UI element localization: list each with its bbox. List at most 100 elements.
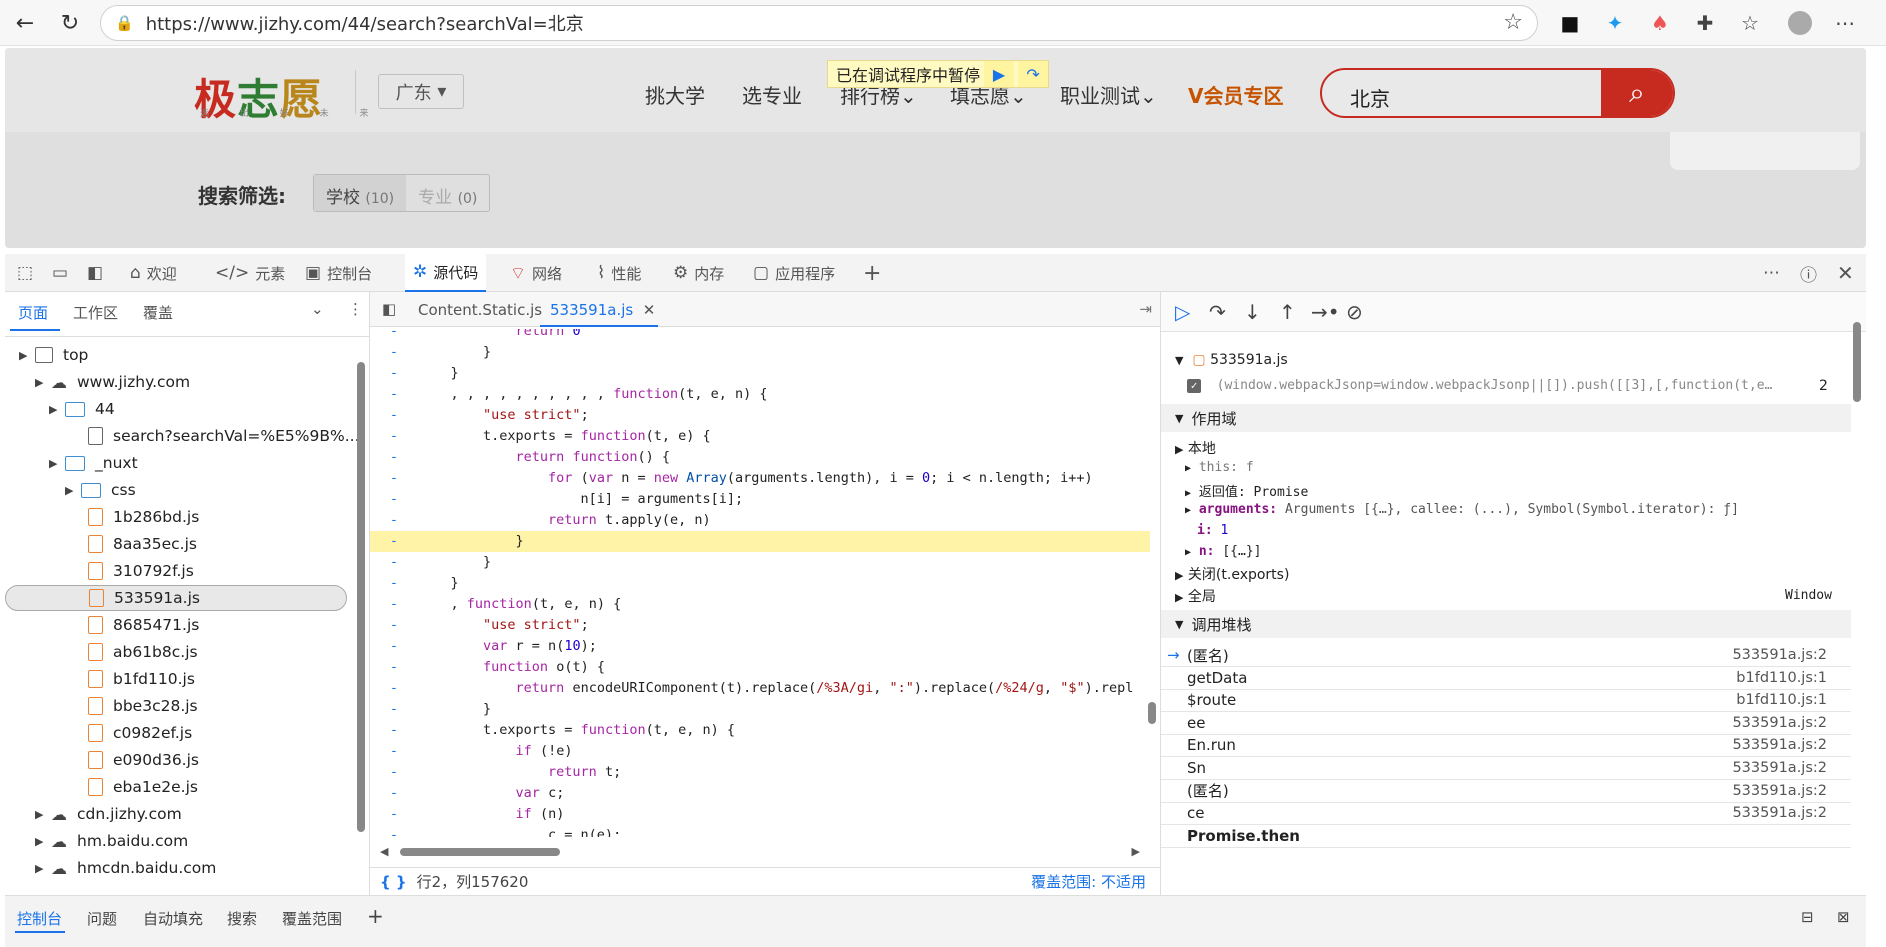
nav-tab-overrides[interactable]: 覆盖: [143, 302, 173, 323]
extension-bird-icon[interactable]: ✦: [1600, 8, 1630, 38]
dock-icon[interactable]: ◧: [87, 254, 109, 292]
breakpoint-file-row[interactable]: ▼ ▢ 533591a.js: [1175, 352, 1288, 368]
nav-vip[interactable]: V会员专区: [1188, 80, 1283, 109]
nav-tab-workspace[interactable]: 工作区: [73, 302, 118, 323]
more-options-icon[interactable]: ⋯: [1763, 254, 1786, 292]
extension-red-icon[interactable]: ♠: [1645, 8, 1675, 38]
callstack-frame[interactable]: → (匿名) 533591a.js:2: [1161, 644, 1851, 667]
tree-node-domain[interactable]: ▶ ☁ www.jizhy.com: [35, 369, 190, 395]
nav-tab-page[interactable]: 页面: [18, 302, 48, 323]
tree-node-file[interactable]: e090d36.js: [88, 747, 199, 773]
tree-node-file-selected[interactable]: 533591a.js: [5, 585, 347, 611]
code-line[interactable]: - n[i] = arguments[i];: [370, 489, 1150, 510]
callstack-frame[interactable]: (匿名) 533591a.js:2: [1161, 780, 1851, 803]
code-line[interactable]: - function o(t) {: [370, 657, 1150, 678]
resume-icon[interactable]: ▶: [984, 61, 1015, 87]
tree-node-file[interactable]: 8aa35ec.js: [88, 531, 197, 557]
code-lines[interactable]: - return 0- } - } - , , , , , , , , , , fu…: [370, 329, 1150, 837]
nav-pick-major[interactable]: 选专业: [742, 80, 802, 109]
drawer-tab-issues[interactable]: 问题: [87, 908, 117, 929]
breakpoint-row[interactable]: ✓ (window.webpackJsonp=window.webpackJso…: [1187, 378, 1772, 393]
site-search-box[interactable]: 北京 ⌕: [1320, 68, 1675, 118]
deactivate-breakpoints-icon[interactable]: ⊘: [1346, 300, 1363, 324]
code-line[interactable]: - var c;: [370, 783, 1150, 804]
tab-elements[interactable]: </> 元素: [215, 254, 285, 292]
code-line[interactable]: - }: [370, 342, 1150, 363]
code-scrollbar[interactable]: [1148, 702, 1156, 724]
tree-node-domain[interactable]: ▶ ☁ hm.baidu.com: [35, 828, 188, 854]
kebab-menu-icon[interactable]: ⋮: [348, 300, 363, 318]
code-line[interactable]: - }: [370, 699, 1150, 720]
tree-node-file[interactable]: eba1e2e.js: [88, 774, 198, 800]
editor-tab-533591a[interactable]: 533591a.js ✕: [550, 301, 655, 319]
nav-pick-university[interactable]: 挑大学: [645, 80, 705, 109]
code-line[interactable]: - }: [370, 531, 1150, 552]
code-line[interactable]: - return encodeURIComponent(t).replace(/…: [370, 678, 1150, 699]
tab-performance[interactable]: ⌇ 性能: [597, 254, 641, 292]
drawer-tab-console[interactable]: 控制台: [17, 908, 62, 929]
horizontal-scrollbar[interactable]: ◀ ▶: [380, 845, 1140, 859]
code-line[interactable]: - }: [370, 573, 1150, 594]
tree-node-folder[interactable]: ▶ 44: [49, 396, 115, 422]
tree-node-file[interactable]: ab61b8c.js: [88, 639, 198, 665]
tab-console[interactable]: ▣ 控制台: [305, 254, 372, 292]
toggle-navigator-icon[interactable]: ◧: [382, 300, 396, 318]
code-line[interactable]: - return function() {: [370, 447, 1150, 468]
tree-node-file[interactable]: search?searchVal=%E5%9B%...: [88, 423, 360, 449]
tab-application[interactable]: ▢ 应用程序: [753, 254, 835, 292]
drawer-tab-coverage[interactable]: 覆盖范围: [282, 908, 342, 929]
address-bar[interactable]: 🔒 https://www.jizhy.com/44/search?search…: [100, 5, 1538, 41]
code-line[interactable]: - return t.apply(e, n): [370, 510, 1150, 531]
tree-node-file[interactable]: 1b286bd.js: [88, 504, 199, 530]
code-line[interactable]: - return t;: [370, 762, 1150, 783]
inspect-icon[interactable]: ⬚: [17, 254, 39, 292]
favorite-star-icon[interactable]: ☆: [1503, 10, 1523, 35]
scope-global[interactable]: ▶ 全局: [1175, 586, 1216, 606]
editor-tab-content-static[interactable]: Content.Static.js: [418, 301, 542, 319]
scope-section-header[interactable]: ▼ 作用域: [1161, 404, 1851, 432]
callstack-frame[interactable]: En.run 533591a.js:2: [1161, 734, 1851, 758]
scope-n[interactable]: ▶ n: [{…}]: [1185, 544, 1261, 559]
callstack-frame[interactable]: Sn 533591a.js:2: [1161, 757, 1851, 780]
site-search-input[interactable]: 北京: [1350, 83, 1390, 112]
step-icon[interactable]: →•: [1311, 300, 1340, 324]
toggle-debugger-icon[interactable]: ⇥: [1139, 300, 1152, 318]
coverage-status[interactable]: 覆盖范围: 不适用: [1031, 871, 1146, 892]
filter-tab-major[interactable]: 专业 (0): [406, 175, 489, 211]
scope-return[interactable]: ▶ 返回值: Promise: [1185, 481, 1308, 500]
code-line[interactable]: - , function(t, e, n) {: [370, 594, 1150, 615]
drawer-tab-autofill[interactable]: 自动填充: [143, 908, 203, 929]
close-drawer-icon[interactable]: ⊠: [1837, 908, 1850, 926]
tree-node-file[interactable]: 8685471.js: [88, 612, 199, 638]
url-text[interactable]: https://www.jizhy.com/44/search?searchVa…: [146, 10, 584, 36]
step-into-icon[interactable]: ↓: [1244, 300, 1261, 324]
tab-memory[interactable]: ⚙ 内存: [673, 254, 724, 292]
region-select[interactable]: 广东 ▾: [378, 74, 464, 109]
step-over-icon[interactable]: ↷: [1018, 61, 1049, 87]
tree-node-top[interactable]: ▶ top: [19, 342, 88, 368]
code-line[interactable]: - t.exports = function(t, e) {: [370, 426, 1150, 447]
tree-node-folder[interactable]: ▶ _nuxt: [49, 450, 138, 476]
sidebar-scrollbar[interactable]: [1853, 322, 1861, 402]
tab-sources[interactable]: ✲ 源代码: [405, 254, 487, 292]
scope-arguments[interactable]: ▶ arguments: Arguments [{…}, callee: (..…: [1185, 502, 1739, 517]
device-icon[interactable]: ▭: [52, 254, 74, 292]
help-icon[interactable]: ⓘ: [1800, 254, 1823, 292]
extensions-puzzle-icon[interactable]: ✚: [1690, 8, 1720, 38]
code-line[interactable]: - }: [370, 552, 1150, 573]
add-drawer-tab-icon[interactable]: +: [367, 904, 384, 928]
close-devtools-icon[interactable]: ✕: [1837, 254, 1860, 292]
more-icon[interactable]: ⋯: [1830, 8, 1860, 38]
pretty-print-icon[interactable]: { }: [380, 873, 407, 891]
code-line[interactable]: - , , , , , , , , , , function(t, e, n) …: [370, 384, 1150, 405]
resume-icon[interactable]: ▷: [1175, 300, 1190, 324]
scope-local[interactable]: ▶ 本地: [1175, 438, 1216, 458]
search-icon[interactable]: ⌕: [1601, 70, 1673, 116]
code-line[interactable]: - "use strict";: [370, 405, 1150, 426]
code-line[interactable]: - c = n(e);: [370, 825, 1150, 837]
tree-node-domain[interactable]: ▶ ☁ hmcdn.baidu.com: [35, 855, 216, 881]
filter-tab-school[interactable]: 学校 (10): [314, 175, 407, 211]
callstack-frame[interactable]: ee 533591a.js:2: [1161, 712, 1851, 735]
step-out-icon[interactable]: ↑: [1279, 300, 1296, 324]
code-line[interactable]: - t.exports = function(t, e, n) {: [370, 720, 1150, 741]
